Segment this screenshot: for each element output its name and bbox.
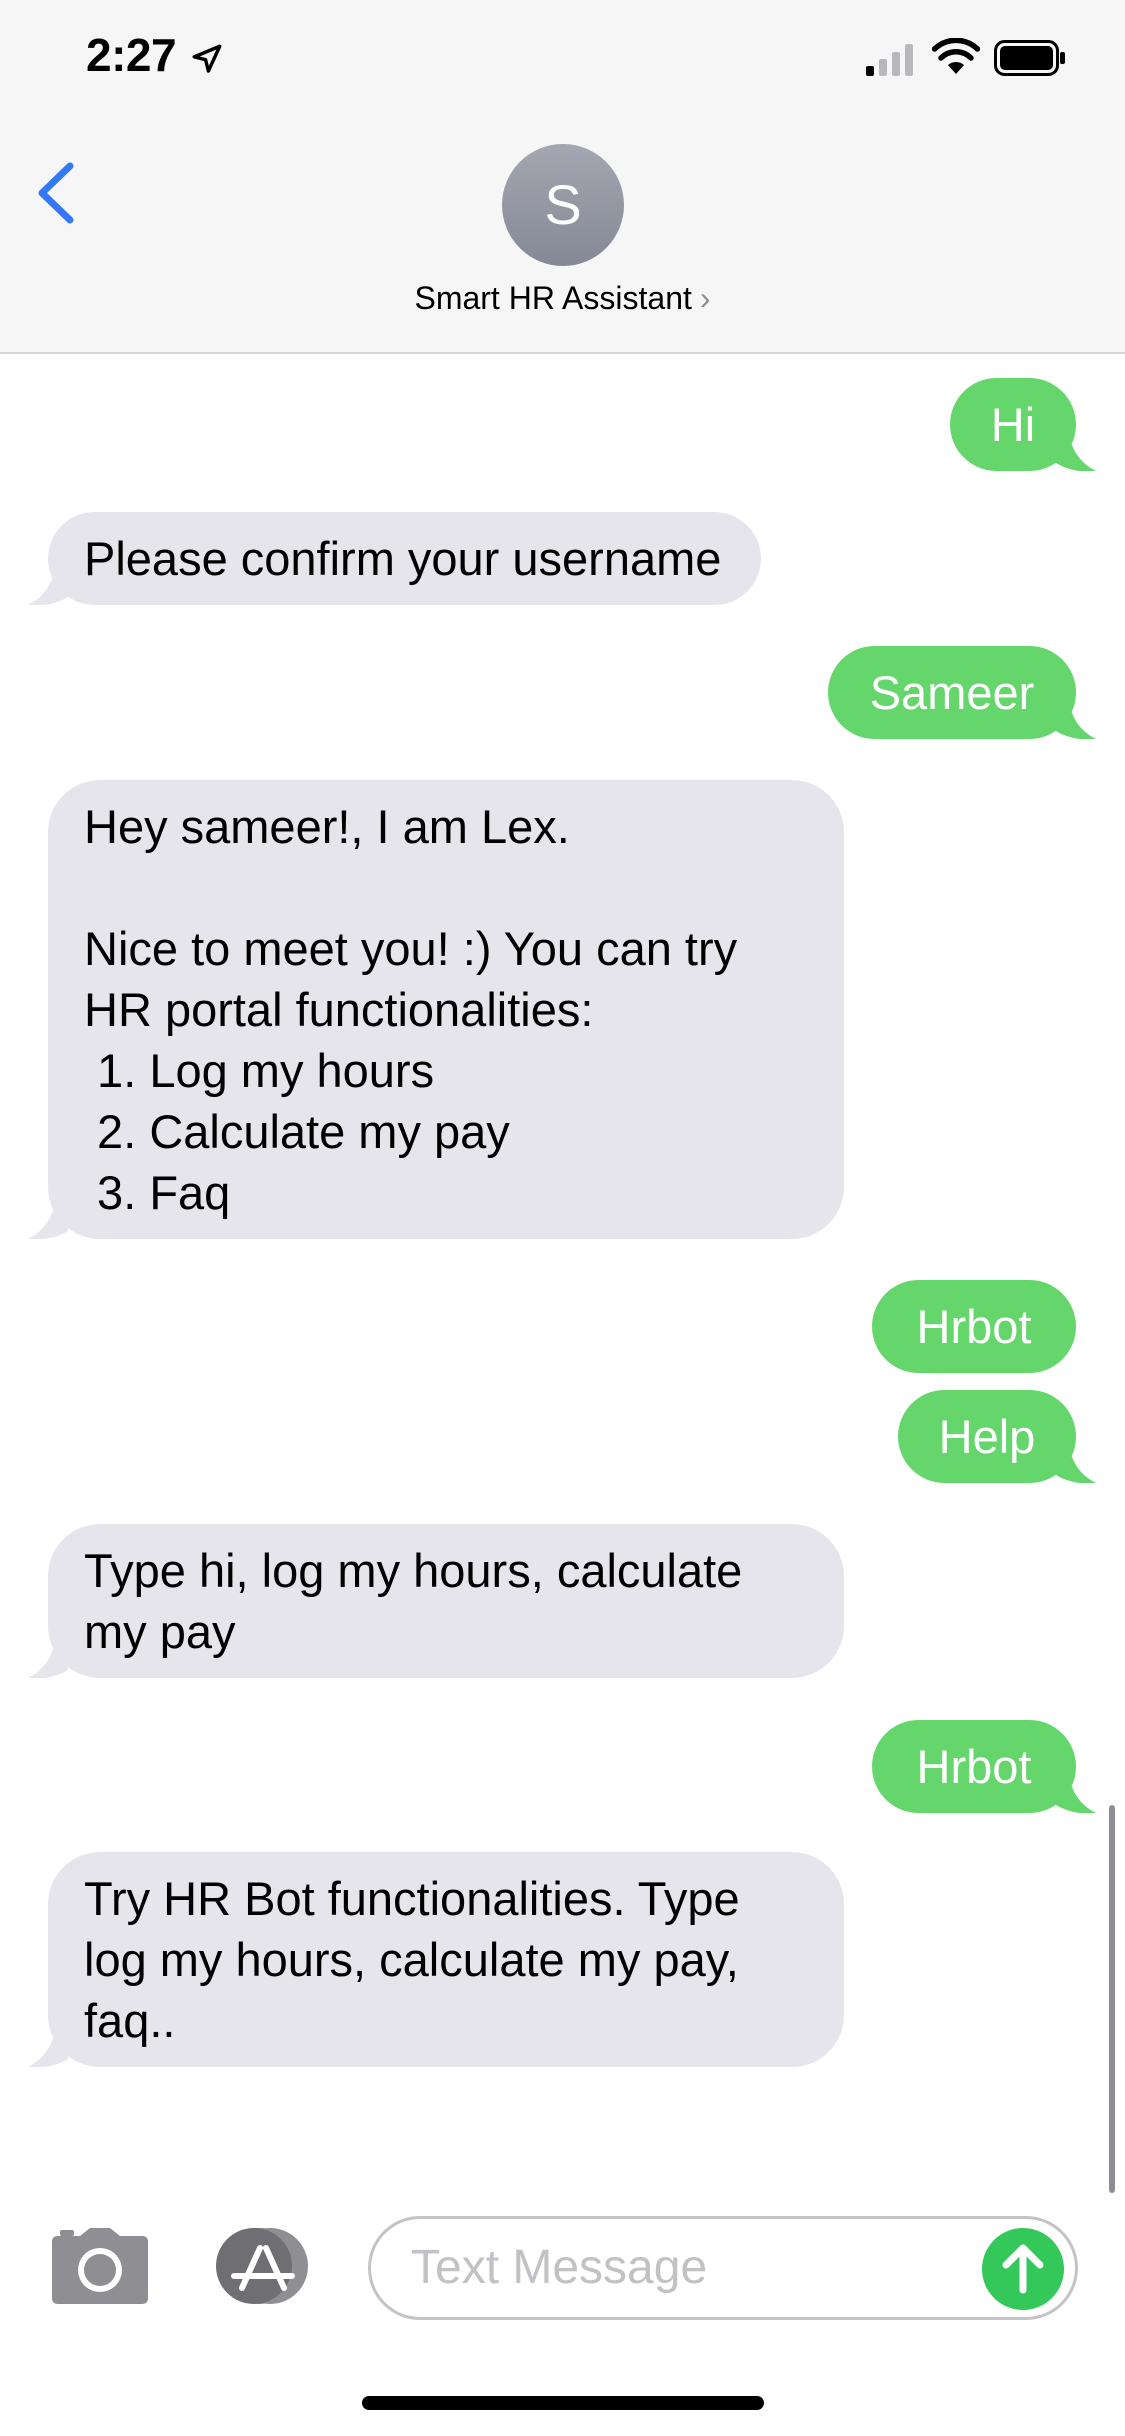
home-indicator[interactable] [362, 2396, 764, 2410]
message-text: Please confirm your username [84, 532, 722, 585]
message-received[interactable]: Please confirm your username [28, 512, 762, 605]
camera-icon[interactable] [50, 2226, 150, 2306]
message-received[interactable]: Try HR Bot functionalities. Type log my … [28, 1852, 844, 2067]
message-sent[interactable]: Hi [950, 378, 1096, 471]
message-text: Type hi, log my hours, calculate my pay [84, 1544, 743, 1658]
scrollbar[interactable] [1109, 1805, 1115, 2193]
location-arrow-icon [192, 44, 222, 73]
bubble-tail [28, 561, 68, 605]
message-text: Help [938, 1410, 1036, 1463]
bubble-tail [28, 1195, 68, 1239]
conversation-header: 2:27 S Smart HR Assistant › [0, 0, 1125, 354]
message-sent[interactable]: Hrbot [872, 1720, 1096, 1813]
message-received[interactable]: Hey sameer!, I am Lex. Nice to meet you!… [28, 780, 844, 1239]
message-sent[interactable]: Hrbot [872, 1280, 1076, 1373]
text-message-input[interactable]: Text Message [368, 2216, 1078, 2320]
message-text: Hrbot [916, 1740, 1032, 1793]
bubble-tail [1056, 1769, 1096, 1813]
back-chevron-icon[interactable] [34, 160, 78, 226]
app-store-icon[interactable] [208, 2226, 318, 2306]
cellular-signal-icon [866, 44, 913, 76]
message-text: Hrbot [916, 1300, 1032, 1353]
message-sent[interactable]: Sameer [828, 646, 1096, 739]
contact-name: Smart HR Assistant [414, 280, 692, 316]
send-arrow-icon[interactable] [982, 2228, 1064, 2310]
wifi-icon [932, 38, 980, 74]
status-time: 2:27 [86, 29, 177, 81]
contact-name-button[interactable]: Smart HR Assistant › [0, 280, 1125, 317]
bubble-tail [28, 2023, 68, 2067]
message-sent[interactable]: Help [898, 1390, 1096, 1483]
message-received[interactable]: Type hi, log my hours, calculate my pay [28, 1524, 844, 1678]
bubble-tail [1056, 1439, 1096, 1483]
message-text: Hey sameer!, I am Lex. Nice to meet you!… [84, 800, 738, 1219]
message-text: Try HR Bot functionalities. Type log my … [84, 1872, 740, 2047]
bubble-tail [1056, 427, 1096, 471]
message-text: Sameer [869, 666, 1035, 719]
battery-icon [994, 40, 1065, 76]
bubble-tail [28, 1634, 68, 1678]
chevron-right-icon: › [699, 280, 711, 316]
contact-avatar[interactable]: S [502, 144, 624, 266]
bubble-tail [1056, 695, 1096, 739]
